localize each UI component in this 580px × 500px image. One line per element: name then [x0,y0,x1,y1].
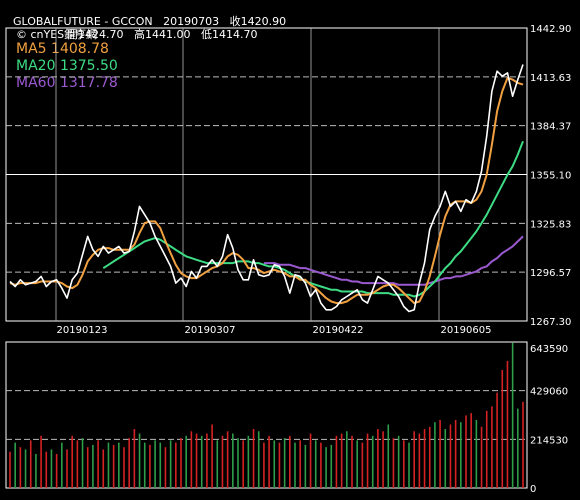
price-ytick-label: 1325.83 [530,219,571,230]
price-xtick-label: 20190422 [313,325,364,336]
price-ytick-label: 1384.37 [530,122,571,133]
price-ytick-label: 1413.63 [530,73,571,84]
series-line-ma20 [102,140,524,298]
price-ytick-label: 1442.90 [530,24,571,35]
volume-ytick-label: 429060 [530,387,568,398]
series-line-price [9,64,524,313]
price-ytick-label: 1355.10 [530,171,571,182]
price-xtick-label: 20190307 [185,325,236,336]
series-line-ma60 [263,235,524,286]
volume-ytick-label: 214530 [530,435,568,446]
price-xtick-label: 20190123 [57,325,108,336]
volume-ytick-label: 0 [530,484,536,495]
price-ytick-label: 1267.30 [530,317,571,328]
price-chart: 1442.90 1413.63 1384.37 1355.10 1325.83 1296.… [5,24,571,495]
volume-ytick-label: 643590 [530,344,568,355]
price-ytick-label: 1296.57 [530,268,571,279]
series-line-ma5 [9,76,524,305]
price-xtick-label: 20190605 [441,325,492,336]
volume-panel-frame [5,341,528,489]
